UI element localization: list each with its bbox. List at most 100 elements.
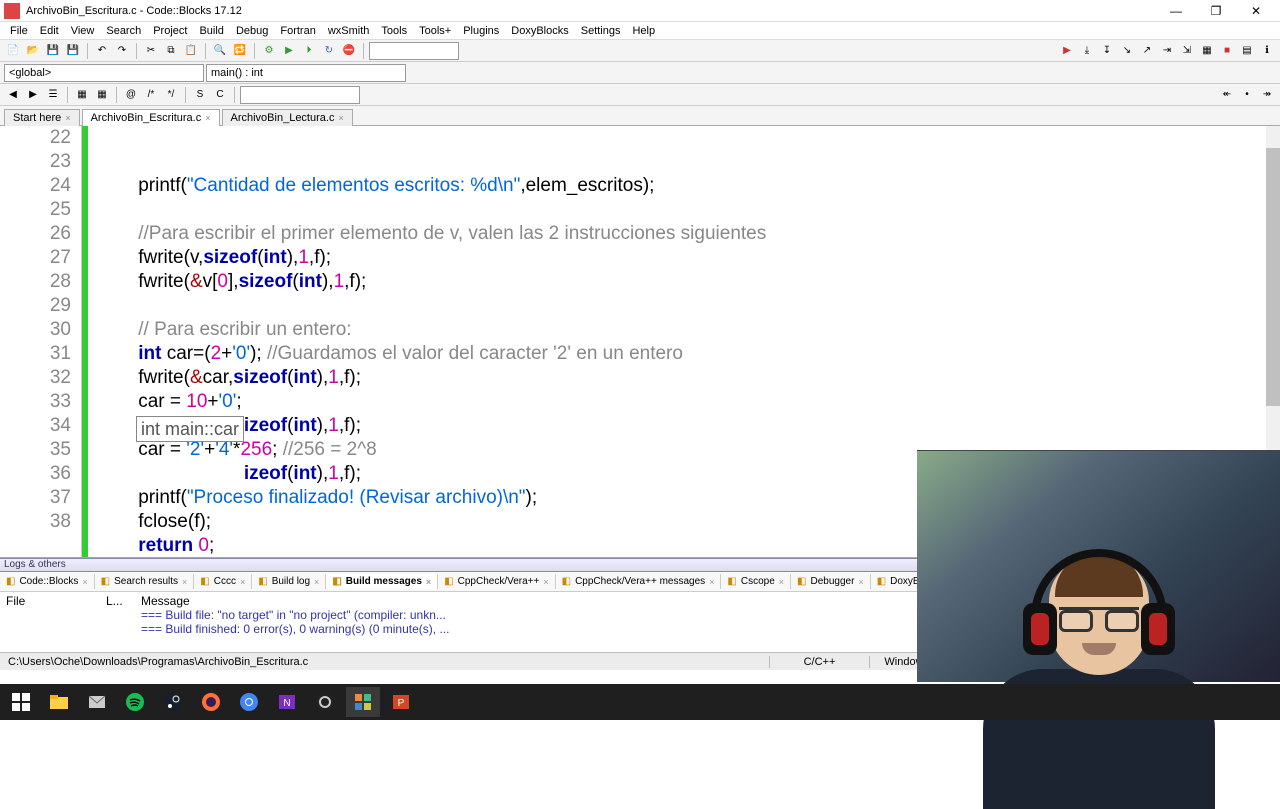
log-tab[interactable]: ◧ Cccc × [194, 574, 252, 589]
log-tab[interactable]: ◧ Build messages × [326, 574, 438, 589]
new-file-icon[interactable]: 📄 [4, 42, 22, 60]
document-tab[interactable]: Start here× [4, 109, 80, 126]
abort-icon[interactable]: ⛔ [340, 42, 358, 60]
codeblocks-taskbar-icon[interactable] [346, 687, 380, 717]
maximize-button[interactable]: ❐ [1196, 1, 1236, 21]
menu-file[interactable]: File [4, 24, 34, 38]
obs-icon[interactable] [308, 687, 342, 717]
document-tab[interactable]: ArchivoBin_Lectura.c× [222, 109, 353, 126]
save-icon[interactable]: 💾 [44, 42, 62, 60]
code-line[interactable]: int car=(2+'0'); //Guardamos el valor de… [96, 342, 1280, 366]
save-all-icon[interactable]: 💾 [64, 42, 82, 60]
minimize-button[interactable]: — [1156, 1, 1196, 21]
back-icon[interactable]: ◀ [4, 86, 22, 104]
steam-icon[interactable] [156, 687, 190, 717]
close-button[interactable]: ✕ [1236, 1, 1276, 21]
next-line-icon[interactable]: ↧ [1098, 42, 1116, 60]
run-to-cursor-icon[interactable]: ⤓ [1078, 42, 1096, 60]
debug-windows-icon[interactable]: ▤ [1238, 42, 1256, 60]
code-line[interactable]: printf("Cantidad de elementos escritos: … [96, 174, 1280, 198]
doxy2-icon[interactable]: /* [142, 86, 160, 104]
step-into-instr-icon[interactable]: ⇲ [1178, 42, 1196, 60]
code-line[interactable]: // Para escribir un entero: [96, 318, 1280, 342]
find-icon[interactable]: 🔍 [211, 42, 229, 60]
code-line[interactable] [96, 294, 1280, 318]
code-line[interactable]: //Para escribir el primer elemento de v,… [96, 222, 1280, 246]
log-tab[interactable]: ◧ Cscope × [721, 574, 791, 589]
close-tab-icon[interactable]: × [205, 113, 210, 123]
stop-debug-icon[interactable]: ■ [1218, 42, 1236, 60]
build-run-icon[interactable]: ⏵ [300, 42, 318, 60]
close-tab-icon[interactable]: × [338, 113, 343, 123]
close-tab-icon[interactable]: × [65, 113, 70, 123]
log-tab[interactable]: ◧ Code::Blocks × [0, 574, 95, 589]
file-explorer-icon[interactable] [42, 687, 76, 717]
redo-icon[interactable]: ↷ [113, 42, 131, 60]
powerpoint-icon[interactable]: P [384, 687, 418, 717]
document-tab[interactable]: ArchivoBin_Escritura.c× [82, 109, 220, 126]
code-line[interactable] [96, 198, 1280, 222]
menu-search[interactable]: Search [100, 24, 147, 38]
menu-debug[interactable]: Debug [230, 24, 274, 38]
chrome-icon[interactable] [232, 687, 266, 717]
undo-icon[interactable]: ↶ [93, 42, 111, 60]
break-icon[interactable]: ▦ [1198, 42, 1216, 60]
jump-fwd-icon[interactable]: ↠ [1258, 86, 1276, 104]
log-tab[interactable]: ◧ Search results × [95, 574, 195, 589]
debug-run-icon[interactable]: ▶ [1058, 42, 1076, 60]
menu-plugins[interactable]: Plugins [457, 24, 505, 38]
scope-combo[interactable]: <global> [4, 64, 204, 82]
menu-wxsmith[interactable]: wxSmith [322, 24, 376, 38]
doxy3-icon[interactable]: */ [162, 86, 180, 104]
menu-fortran[interactable]: Fortran [274, 24, 321, 38]
log-tab[interactable]: ◧ CppCheck/Vera++ × [438, 574, 555, 589]
run-icon[interactable]: ▶ [280, 42, 298, 60]
code-line[interactable]: fwrite(&car,sizeof(int),1,f); [96, 414, 1280, 438]
log-tab[interactable]: ◧ Build log × [252, 574, 326, 589]
menu-tools[interactable]: Tools+ [413, 24, 457, 38]
menu-settings[interactable]: Settings [575, 24, 627, 38]
onenote-icon[interactable]: N [270, 687, 304, 717]
function-combo[interactable]: main() : int [206, 64, 406, 82]
toggle-comment-icon[interactable]: ▦ [73, 86, 91, 104]
log-tab[interactable]: ◧ CppCheck/Vera++ messages × [556, 574, 722, 589]
menu-doxyblocks[interactable]: DoxyBlocks [505, 24, 574, 38]
letter-s-icon[interactable]: S [191, 86, 209, 104]
firefox-icon[interactable] [194, 687, 228, 717]
build-icon[interactable]: ⚙ [260, 42, 278, 60]
menu-tools[interactable]: Tools [375, 24, 413, 38]
next-instr-icon[interactable]: ⇥ [1158, 42, 1176, 60]
letter-c-icon[interactable]: C [211, 86, 229, 104]
log-tab[interactable]: ◧ Debugger × [791, 574, 871, 589]
menu-edit[interactable]: Edit [34, 24, 65, 38]
code-line[interactable]: car = 10+'0'; [96, 390, 1280, 414]
search-combo[interactable] [240, 86, 360, 104]
rebuild-icon[interactable]: ↻ [320, 42, 338, 60]
forward-icon[interactable]: ▶ [24, 86, 42, 104]
doxy-icon[interactable]: @ [122, 86, 140, 104]
info-icon[interactable]: ℹ [1258, 42, 1276, 60]
jump-mark-icon[interactable]: • [1238, 86, 1256, 104]
spotify-icon[interactable] [118, 687, 152, 717]
paste-icon[interactable]: 📋 [182, 42, 200, 60]
step-out-icon[interactable]: ↗ [1138, 42, 1156, 60]
code-line[interactable]: fwrite(&v[0],sizeof(int),1,f); [96, 270, 1280, 294]
start-button[interactable] [4, 687, 38, 717]
step-into-icon[interactable]: ↘ [1118, 42, 1136, 60]
copy-icon[interactable]: ⧉ [162, 42, 180, 60]
code-line[interactable]: fwrite(&car,sizeof(int),1,f); [96, 366, 1280, 390]
menu-build[interactable]: Build [193, 24, 229, 38]
mail-icon[interactable] [80, 687, 114, 717]
open-file-icon[interactable]: 📂 [24, 42, 42, 60]
menu-view[interactable]: View [65, 24, 101, 38]
jump-back-icon[interactable]: ↞ [1218, 86, 1236, 104]
menu-help[interactable]: Help [626, 24, 661, 38]
code-line[interactable]: fwrite(v,sizeof(int),1,f); [96, 246, 1280, 270]
cut-icon[interactable]: ✂ [142, 42, 160, 60]
bookmarks-icon[interactable]: ▦ [93, 86, 111, 104]
replace-icon[interactable]: 🔁 [231, 42, 249, 60]
menu-project[interactable]: Project [147, 24, 193, 38]
windows-taskbar[interactable]: N P [0, 684, 1280, 720]
build-target-combo[interactable] [369, 42, 459, 60]
select-icon[interactable]: ☰ [44, 86, 62, 104]
